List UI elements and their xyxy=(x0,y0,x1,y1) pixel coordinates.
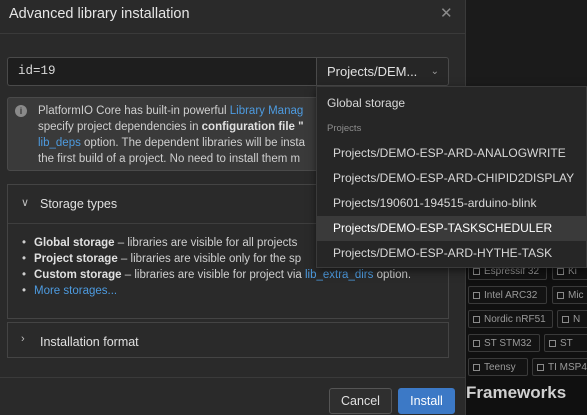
install-button[interactable]: Install xyxy=(398,388,455,414)
installation-format-header[interactable]: › Installation format xyxy=(8,323,448,359)
chip-icon xyxy=(473,364,480,371)
chip-icon xyxy=(537,364,544,371)
footer-divider xyxy=(0,377,465,378)
chip-icon xyxy=(549,340,556,347)
platform-chip[interactable]: Mic xyxy=(552,286,587,304)
menu-group-projects: Projects xyxy=(327,123,362,134)
header-divider xyxy=(0,33,465,34)
info-line: PlatformIO Core has built-in powerful Li… xyxy=(38,105,304,117)
close-icon[interactable]: ✕ xyxy=(440,6,453,22)
more-storages-link[interactable]: More storages... xyxy=(34,285,117,297)
platform-chip[interactable]: N xyxy=(557,310,587,328)
chip-icon xyxy=(473,292,480,299)
list-item: • Custom storage – libraries are visible … xyxy=(22,269,412,281)
chevron-down-icon: ⌄ xyxy=(430,66,439,77)
info-line: the first build of a project. No need to… xyxy=(38,153,301,165)
installation-format-panel[interactable]: › Installation format xyxy=(7,322,449,358)
chip-icon xyxy=(473,340,480,347)
menu-item-project[interactable]: Projects/DEMO-ESP-ARD-CHIPID2DISPLAY xyxy=(317,166,586,191)
chip-icon xyxy=(473,268,480,275)
frameworks-heading: Frameworks xyxy=(466,383,567,402)
list-item: • Global storage – libraries are visible … xyxy=(22,237,298,249)
chip-icon xyxy=(557,292,564,299)
storage-select[interactable]: Projects/DEM... ⌄ xyxy=(316,57,449,86)
platform-chip-teensy[interactable]: Teensy xyxy=(468,358,528,376)
lib-extra-dirs-link[interactable]: lib_extra_dirs xyxy=(305,269,373,281)
chip-icon xyxy=(473,316,480,323)
platform-chip-intel-arc32[interactable]: Intel ARC32 xyxy=(468,286,547,304)
chevron-down-icon: ∨ xyxy=(21,197,30,209)
installation-format-label: Installation format xyxy=(40,335,139,349)
platform-chip-ti-msp430[interactable]: TI MSP4 xyxy=(532,358,587,376)
dialog-title: Advanced library installation xyxy=(9,6,190,22)
library-query-input[interactable]: id=19 xyxy=(7,57,317,86)
info-line: lib_deps option. The dependent libraries… xyxy=(38,137,306,149)
menu-item-project[interactable]: Projects/DEMO-ESP-ARD-HYTHE-TASK xyxy=(317,241,586,266)
platform-chip-nordic-nrf51[interactable]: Nordic nRF51 xyxy=(468,310,553,328)
info-line: specify project dependencies in configur… xyxy=(38,121,304,133)
chip-icon xyxy=(562,316,569,323)
platform-chip-st-stm32[interactable]: ST STM32 xyxy=(468,334,540,352)
menu-item-project[interactable]: Projects/190601-194515-arduino-blink xyxy=(317,191,586,216)
menu-item-project[interactable]: Projects/DEMO-ESP-ARD-ANALOGWRITE xyxy=(317,141,586,166)
storage-dropdown-menu: Global storage Projects Projects/DEMO-ES… xyxy=(316,86,587,268)
lib-deps-link[interactable]: lib_deps xyxy=(38,137,81,149)
platform-chip[interactable]: ST xyxy=(544,334,587,352)
menu-item-global-storage[interactable]: Global storage xyxy=(317,91,586,116)
library-manager-link[interactable]: Library Manag xyxy=(230,105,304,117)
storage-select-value: Projects/DEM... xyxy=(327,64,418,79)
list-item: • More storages... xyxy=(22,285,118,297)
cancel-button[interactable]: Cancel xyxy=(329,388,392,414)
list-item: • Project storage – libraries are visible… xyxy=(22,253,302,265)
menu-item-project-selected[interactable]: Projects/DEMO-ESP-TASKSCHEDULER xyxy=(317,216,586,241)
chip-icon xyxy=(557,268,564,275)
storage-types-label: Storage types xyxy=(40,197,118,211)
info-icon: i xyxy=(15,105,27,117)
chevron-right-icon: › xyxy=(21,333,25,345)
